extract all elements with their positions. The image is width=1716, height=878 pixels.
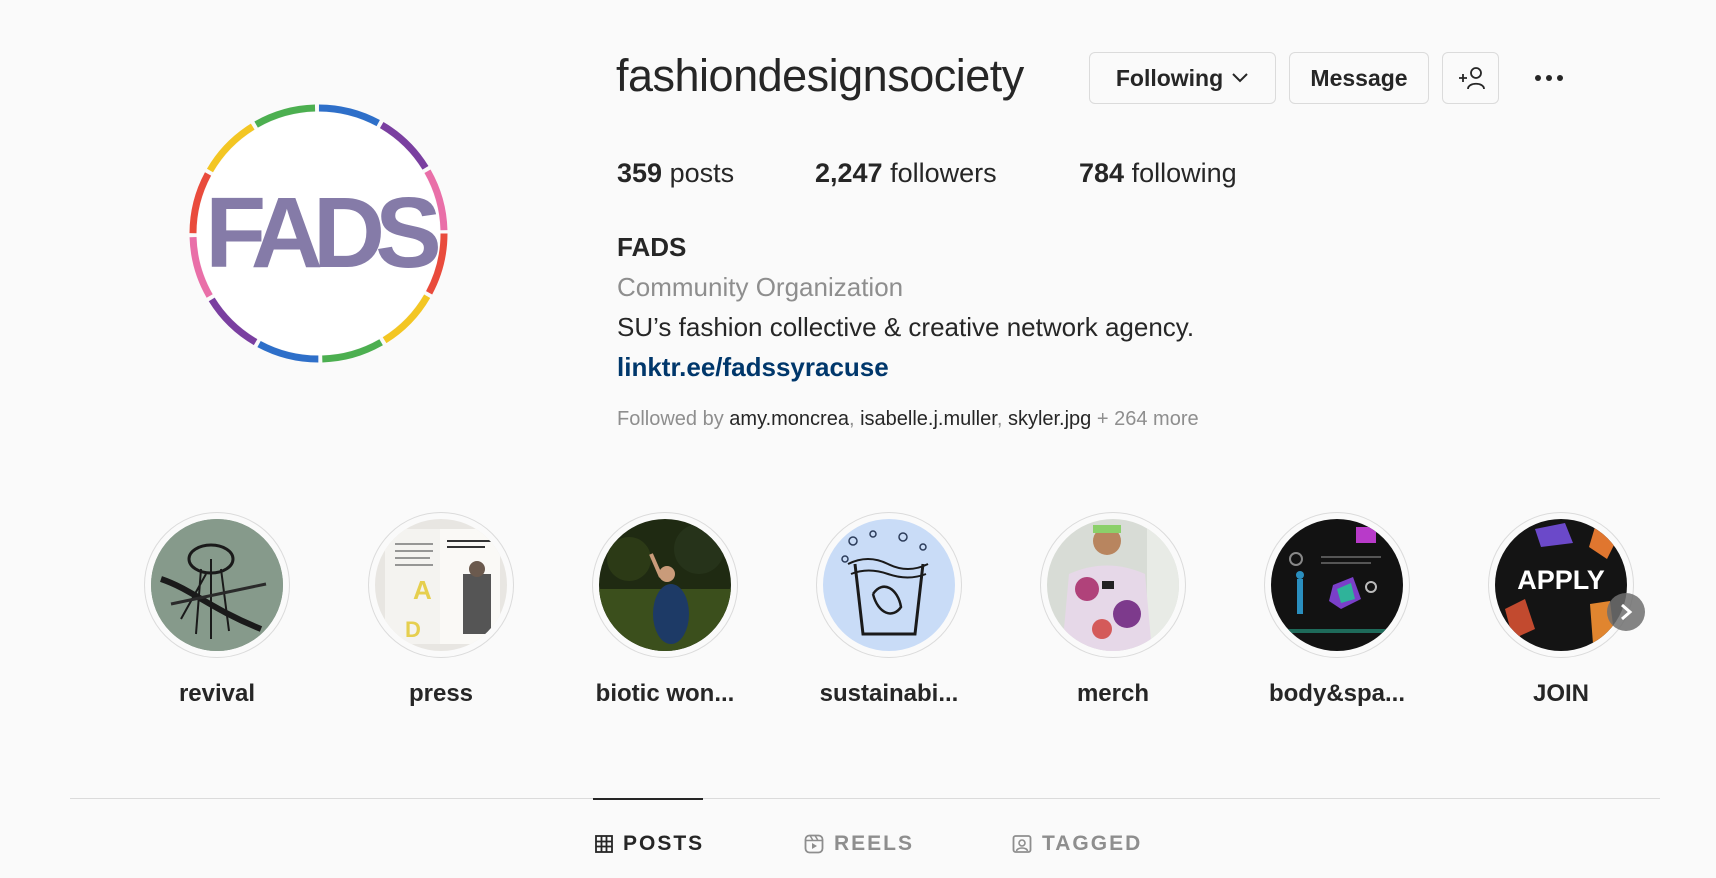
highlight-revival[interactable]: revival [142, 512, 292, 708]
highlight-merch[interactable]: merch [1038, 512, 1188, 708]
profile-page: FADS fashiondesignsociety Following Mess… [0, 0, 1716, 878]
grid-icon [595, 835, 613, 853]
biotic-thumbnail [599, 519, 731, 651]
profile-username: fashiondesignsociety [616, 50, 1024, 101]
highlight-biotic[interactable]: biotic won... [590, 512, 740, 708]
add-user-icon [1458, 67, 1485, 90]
avatar-logo-circle: FADS [197, 112, 442, 355]
tab-label: TAGGED [1042, 832, 1143, 855]
svg-text:D: D [405, 617, 421, 642]
followed-by-user[interactable]: isabelle.j.muller [860, 408, 997, 430]
tabs-divider [70, 798, 1660, 799]
join-thumbnail: APPLY [1495, 519, 1627, 651]
apply-text: APPLY [1517, 565, 1605, 595]
tab-label: POSTS [623, 832, 705, 855]
tab-posts[interactable]: POSTS [595, 832, 704, 856]
highlight-label: press [408, 680, 474, 707]
followed-by-user[interactable]: skyler.jpg [1008, 408, 1091, 430]
merch-thumbnail [1047, 519, 1179, 651]
highlight-label: merch [1076, 680, 1150, 707]
highlight-press[interactable]: A D press [366, 512, 516, 708]
posts-count: 359 posts [617, 158, 735, 188]
highlight-label: JOIN [1532, 680, 1589, 707]
profile-avatar[interactable]: FADS [189, 104, 448, 363]
body-space-thumbnail [1271, 519, 1403, 651]
more-options-button[interactable] [1529, 64, 1569, 92]
tab-tagged[interactable]: TAGGED [1012, 832, 1142, 856]
highlight-sustainability[interactable]: sustainabi... [814, 512, 964, 708]
followed-by-user[interactable]: amy.moncrea [729, 408, 849, 430]
fads-logo: FADS [205, 177, 442, 289]
suggested-users-button[interactable] [1442, 52, 1499, 104]
revival-thumbnail [151, 519, 283, 651]
highlight-label: sustainabi... [819, 680, 959, 707]
svg-text:A: A [413, 575, 432, 605]
bio-text: SU’s fashion collective & creative netwo… [617, 312, 1195, 342]
active-tab-indicator [593, 798, 703, 800]
reels-icon [804, 834, 824, 854]
message-button-label: Message [1310, 64, 1408, 91]
followed-by[interactable]: Followed by amy.moncrea, isabelle.j.mull… [617, 408, 1199, 431]
followed-by-more[interactable]: + 264 more [1097, 408, 1199, 430]
bio-category: Community Organization [617, 272, 904, 302]
tagged-icon [1012, 835, 1032, 853]
chevron-down-icon [1232, 73, 1248, 83]
tab-label: REELS [834, 832, 915, 855]
following-link[interactable]: 784 following [1079, 158, 1237, 189]
highlight-body-space[interactable]: body&spa... [1262, 512, 1412, 708]
chevron-right-icon [1621, 603, 1633, 621]
press-thumbnail: A D [375, 519, 507, 651]
bio-name: FADS [617, 232, 687, 262]
more-options-icon [1535, 75, 1541, 81]
highlight-label: biotic won... [595, 680, 735, 707]
message-button[interactable]: Message [1289, 52, 1429, 104]
following-button-label: Following [1115, 64, 1224, 91]
highlights-next-button[interactable] [1607, 593, 1645, 631]
followers-link[interactable]: 2,247 followers [815, 158, 997, 189]
highlight-label: body&spa... [1268, 680, 1406, 707]
following-button[interactable]: Following [1089, 52, 1276, 104]
highlight-label: revival [178, 680, 256, 707]
bio-link[interactable]: linktr.ee/fadssyracuse [617, 352, 889, 383]
sustainability-thumbnail [823, 519, 955, 651]
tab-reels[interactable]: REELS [804, 832, 914, 856]
